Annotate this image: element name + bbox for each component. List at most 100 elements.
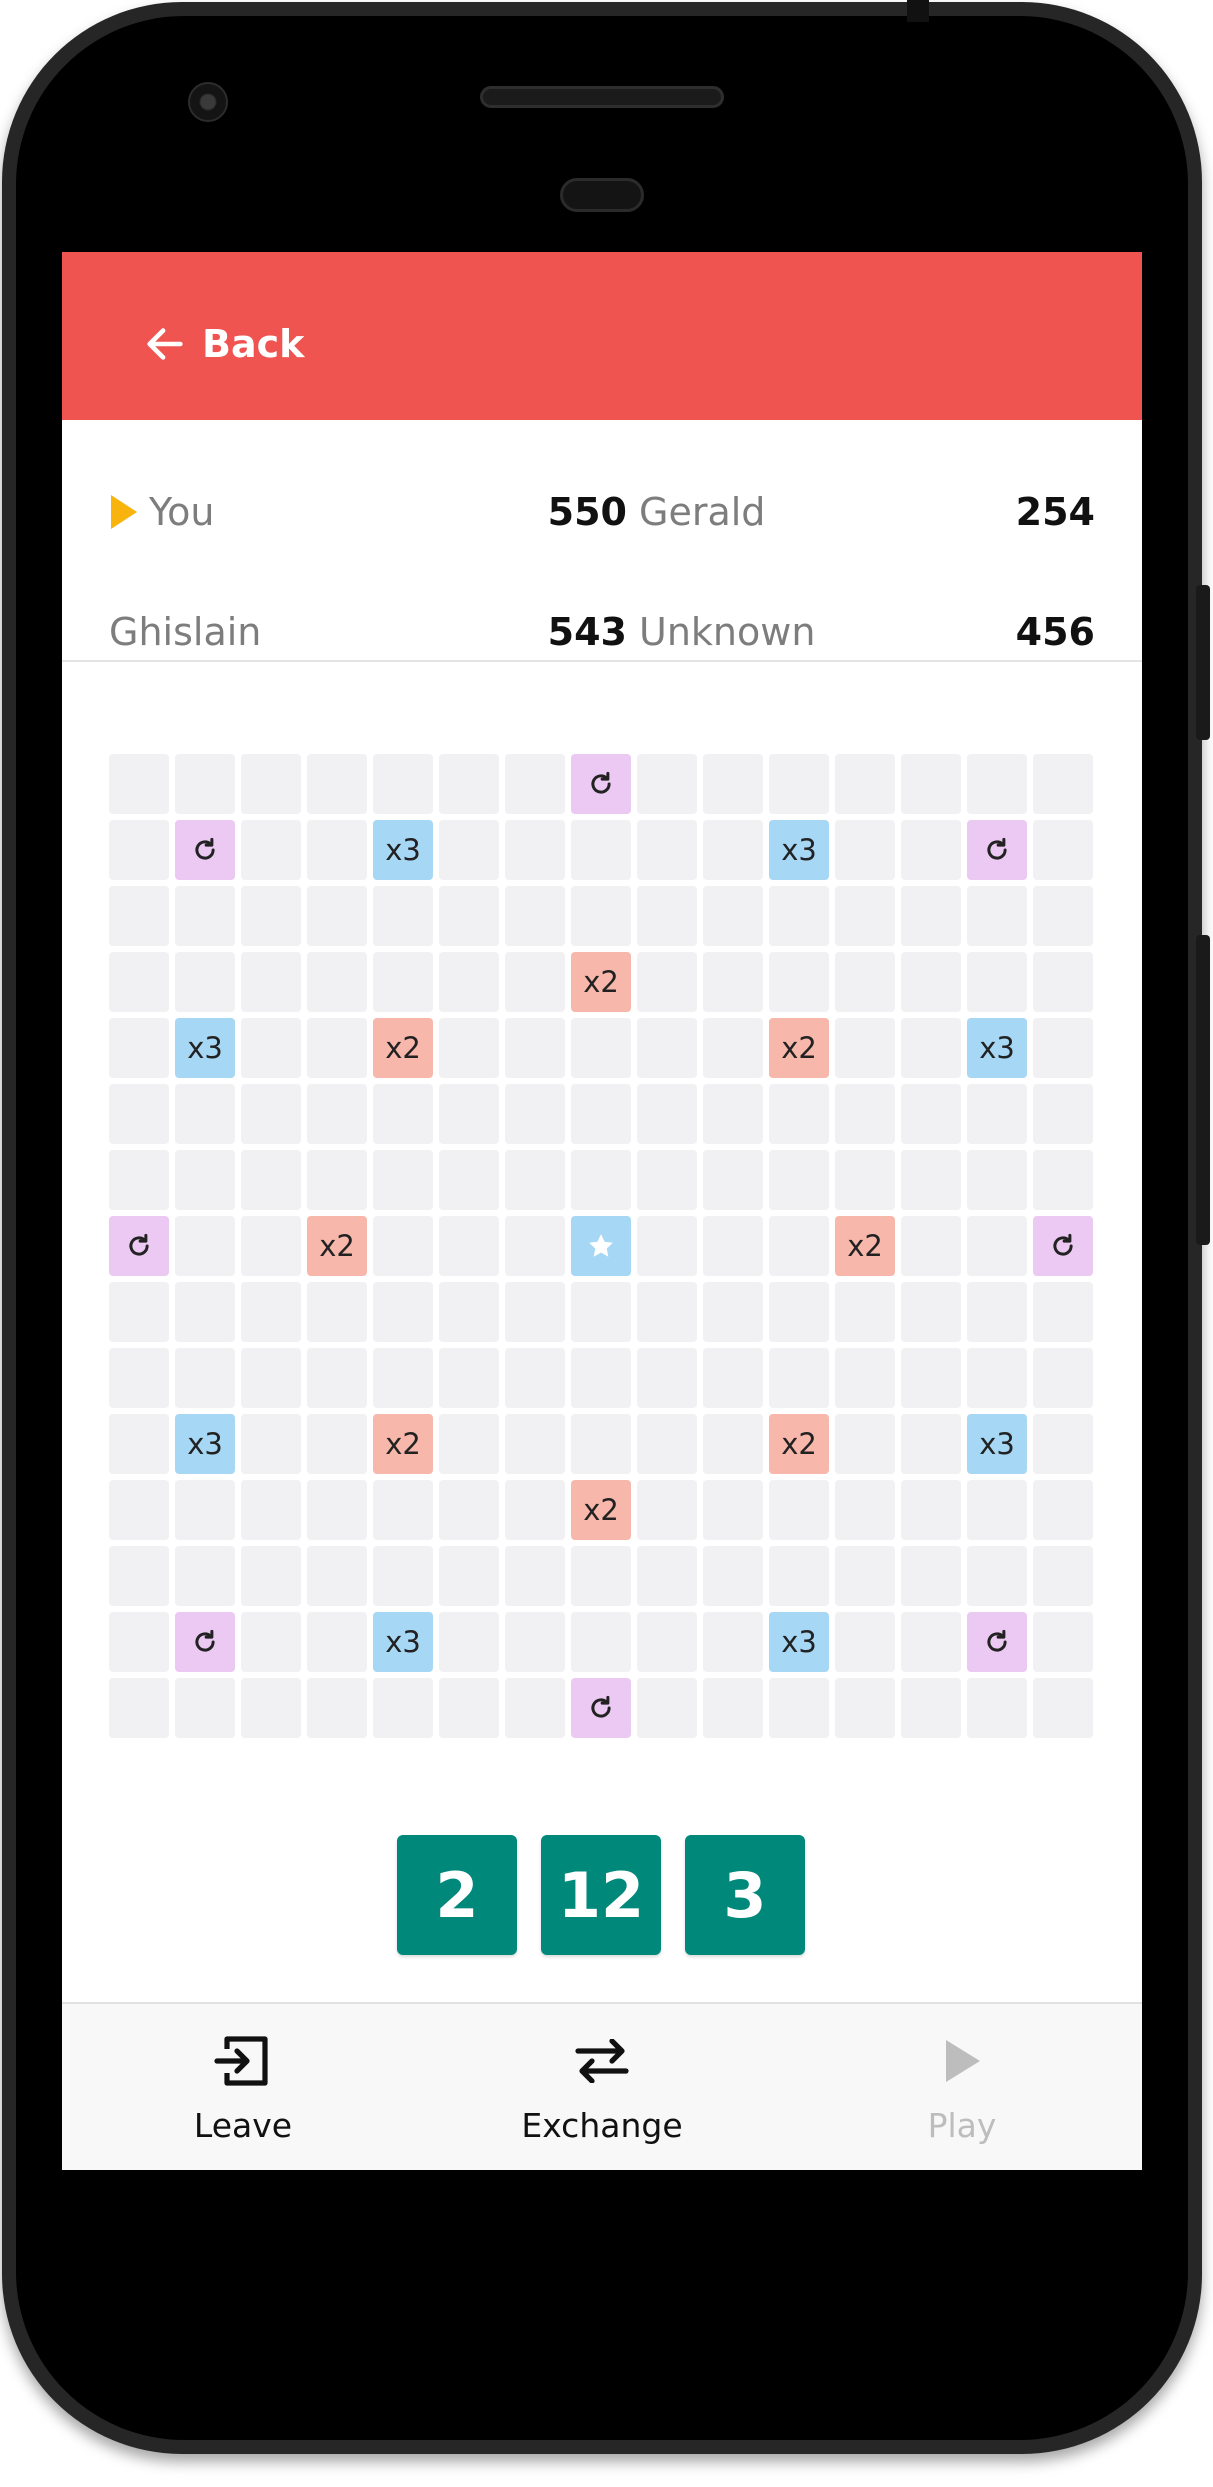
- bonus-cell-x3[interactable]: x3: [967, 1414, 1027, 1474]
- board-cell[interactable]: [769, 754, 829, 814]
- board-cell[interactable]: [439, 1678, 499, 1738]
- refresh-cell[interactable]: [1033, 1216, 1093, 1276]
- board-cell[interactable]: [175, 886, 235, 946]
- board-cell[interactable]: [373, 1282, 433, 1342]
- bonus-cell-x2[interactable]: x2: [373, 1018, 433, 1078]
- bonus-cell-x3[interactable]: x3: [769, 1612, 829, 1672]
- board-cell[interactable]: [505, 1018, 565, 1078]
- bonus-cell-x2[interactable]: x2: [571, 952, 631, 1012]
- board-cell[interactable]: [703, 1414, 763, 1474]
- board-cell[interactable]: [835, 754, 895, 814]
- board-cell[interactable]: [373, 1084, 433, 1144]
- board-cell[interactable]: [241, 952, 301, 1012]
- board-cell[interactable]: [505, 1282, 565, 1342]
- rack-tile[interactable]: 12: [541, 1835, 661, 1955]
- board-cell[interactable]: [241, 1084, 301, 1144]
- board-cell[interactable]: [1033, 1150, 1093, 1210]
- board-cell[interactable]: [637, 1084, 697, 1144]
- board-cell[interactable]: [901, 1084, 961, 1144]
- board-cell[interactable]: [439, 1546, 499, 1606]
- board-cell[interactable]: [175, 1216, 235, 1276]
- board-cell[interactable]: [109, 1282, 169, 1342]
- board-cell[interactable]: [835, 1546, 895, 1606]
- board-cell[interactable]: [637, 1018, 697, 1078]
- board-cell[interactable]: [175, 1546, 235, 1606]
- board-cell[interactable]: [1033, 886, 1093, 946]
- board-cell[interactable]: [175, 1282, 235, 1342]
- board-cell[interactable]: [835, 1480, 895, 1540]
- board-cell[interactable]: [439, 820, 499, 880]
- board-cell[interactable]: [1033, 1480, 1093, 1540]
- board-cell[interactable]: [835, 820, 895, 880]
- board-cell[interactable]: [439, 1084, 499, 1144]
- board-cell[interactable]: [241, 1678, 301, 1738]
- board-cell[interactable]: [241, 886, 301, 946]
- board-cell[interactable]: [175, 952, 235, 1012]
- bonus-cell-x3[interactable]: x3: [769, 820, 829, 880]
- board-cell[interactable]: [439, 1150, 499, 1210]
- board-cell[interactable]: [439, 1282, 499, 1342]
- board-cell[interactable]: [241, 1414, 301, 1474]
- board-cell[interactable]: [439, 952, 499, 1012]
- board-cell[interactable]: [769, 1084, 829, 1144]
- board-cell[interactable]: [241, 1348, 301, 1408]
- board-cell[interactable]: [1033, 1282, 1093, 1342]
- board-cell[interactable]: [109, 1348, 169, 1408]
- board-cell[interactable]: [571, 1084, 631, 1144]
- board-cell[interactable]: [637, 886, 697, 946]
- board-cell[interactable]: [505, 1348, 565, 1408]
- board-cell[interactable]: [637, 1282, 697, 1342]
- board-cell[interactable]: [373, 1546, 433, 1606]
- back-button[interactable]: Back: [142, 316, 304, 372]
- board-cell[interactable]: [901, 1282, 961, 1342]
- board-cell[interactable]: [835, 1678, 895, 1738]
- board-cell[interactable]: [175, 1084, 235, 1144]
- board-cell[interactable]: [505, 1678, 565, 1738]
- board-cell[interactable]: [241, 1018, 301, 1078]
- bonus-cell-x2[interactable]: x2: [373, 1414, 433, 1474]
- board-cell[interactable]: [901, 1678, 961, 1738]
- board-cell[interactable]: [307, 754, 367, 814]
- board-cell[interactable]: [109, 1018, 169, 1078]
- board-cell[interactable]: [835, 1348, 895, 1408]
- board-cell[interactable]: [835, 1414, 895, 1474]
- board-cell[interactable]: [769, 1678, 829, 1738]
- board-cell[interactable]: [703, 1678, 763, 1738]
- board-cell[interactable]: [967, 886, 1027, 946]
- board-cell[interactable]: [637, 820, 697, 880]
- board-cell[interactable]: [505, 1612, 565, 1672]
- board-cell[interactable]: [307, 952, 367, 1012]
- board-cell[interactable]: [967, 1216, 1027, 1276]
- board-cell[interactable]: [901, 754, 961, 814]
- bonus-cell-x2[interactable]: x2: [769, 1018, 829, 1078]
- board-cell[interactable]: [307, 1282, 367, 1342]
- board-cell[interactable]: [769, 886, 829, 946]
- board-cell[interactable]: [109, 1150, 169, 1210]
- board-cell[interactable]: [901, 1150, 961, 1210]
- board-cell[interactable]: [109, 1678, 169, 1738]
- bonus-cell-x2[interactable]: x2: [307, 1216, 367, 1276]
- board-cell[interactable]: [769, 952, 829, 1012]
- board-cell[interactable]: [703, 1546, 763, 1606]
- board-cell[interactable]: [901, 1018, 961, 1078]
- board-cell[interactable]: [505, 886, 565, 946]
- board-cell[interactable]: [703, 1612, 763, 1672]
- refresh-cell[interactable]: [967, 820, 1027, 880]
- board-cell[interactable]: [307, 1546, 367, 1606]
- board-cell[interactable]: [703, 1480, 763, 1540]
- board-cell[interactable]: [637, 1348, 697, 1408]
- board-cell[interactable]: [439, 1480, 499, 1540]
- board-cell[interactable]: [505, 754, 565, 814]
- board-cell[interactable]: [505, 1480, 565, 1540]
- board-cell[interactable]: [901, 1216, 961, 1276]
- board-cell[interactable]: [835, 886, 895, 946]
- bonus-cell-x2[interactable]: x2: [571, 1480, 631, 1540]
- refresh-cell[interactable]: [571, 754, 631, 814]
- board-cell[interactable]: [109, 754, 169, 814]
- bonus-cell-x2[interactable]: x2: [835, 1216, 895, 1276]
- board-cell[interactable]: [1033, 1678, 1093, 1738]
- board-cell[interactable]: [637, 1480, 697, 1540]
- board-cell[interactable]: [703, 1348, 763, 1408]
- board-cell[interactable]: [373, 1480, 433, 1540]
- board-cell[interactable]: [439, 1018, 499, 1078]
